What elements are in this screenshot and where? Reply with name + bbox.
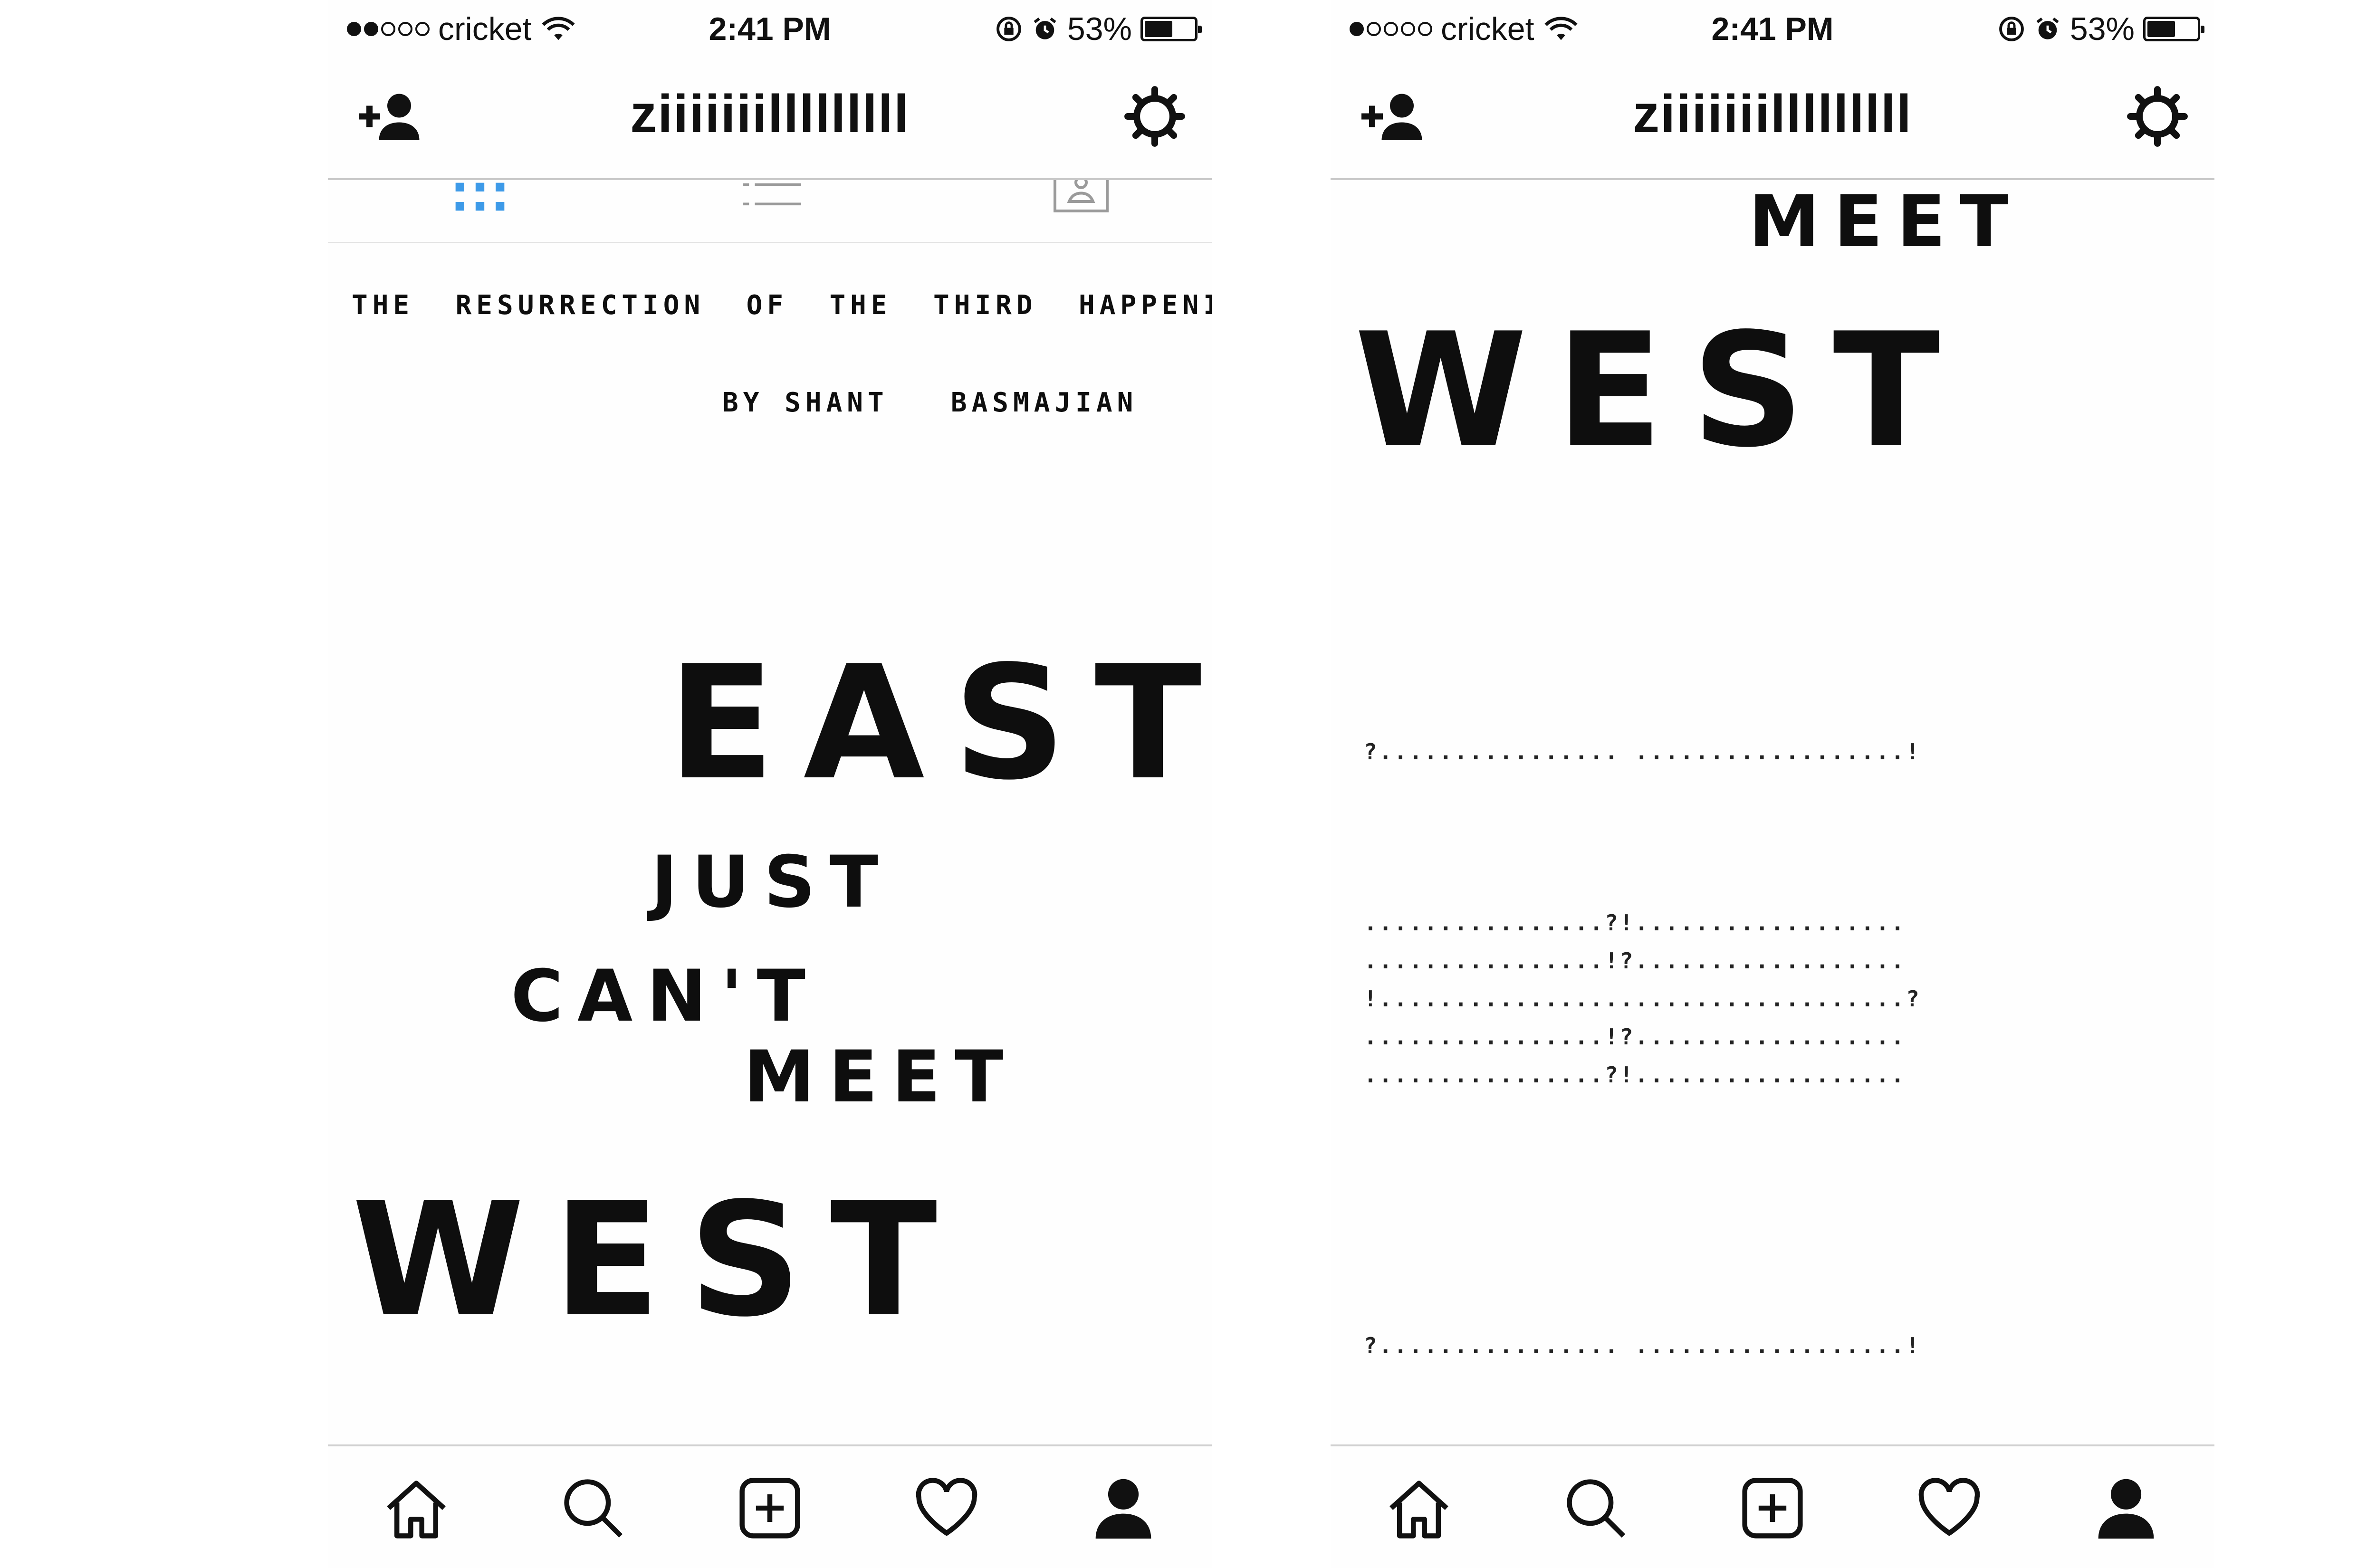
tab-add-post[interactable] bbox=[1734, 1470, 1811, 1546]
tab-home[interactable] bbox=[1381, 1470, 1457, 1546]
tab-profile[interactable] bbox=[1085, 1470, 1161, 1546]
orientation-lock-icon bbox=[1999, 17, 2024, 41]
phone-screen-left: cricket 2:41 PM 53% ziiiiiiilllllllll TH… bbox=[328, 0, 1212, 1568]
search-icon bbox=[1567, 1479, 1626, 1538]
status-bar: cricket 2:41 PM 53% bbox=[1331, 0, 2214, 57]
tab-search[interactable] bbox=[555, 1470, 631, 1546]
poem-word-just: JUST bbox=[651, 841, 892, 924]
list-view-icon[interactable] bbox=[741, 180, 803, 209]
phone-screen-right: cricket 2:41 PM 53% ziiiiiiilllllllll ME… bbox=[1331, 0, 2214, 1568]
heart-icon bbox=[916, 1478, 977, 1536]
profile-username[interactable]: ziiiiiiilllllllll bbox=[328, 83, 1212, 144]
tab-home[interactable] bbox=[378, 1470, 454, 1546]
poem-word-meet: MEET bbox=[1749, 181, 2023, 263]
profile-header: ziiiiiiilllllllll bbox=[328, 57, 1212, 180]
poem-dots-line: ................?!.................. bbox=[1364, 910, 1906, 936]
profile-icon bbox=[2098, 1479, 2154, 1539]
add-post-icon bbox=[1742, 1478, 1803, 1539]
profile-view-tabs bbox=[328, 180, 1212, 243]
home-icon bbox=[387, 1481, 446, 1539]
battery-icon bbox=[2143, 17, 2204, 41]
poem-dots-top: ?................ ..................! bbox=[1364, 739, 1921, 765]
bottom-tab-bar bbox=[328, 1444, 1212, 1568]
gear-icon[interactable] bbox=[1124, 86, 1186, 147]
tab-activity[interactable] bbox=[909, 1470, 985, 1546]
poem-word-cant: CAN'T bbox=[511, 955, 820, 1038]
poem-word-meet: MEET bbox=[744, 1036, 1018, 1119]
profile-header: ziiiiiiilllllllll bbox=[1331, 57, 2214, 180]
poem-dots-line: ................!?.................. bbox=[1364, 1024, 1906, 1050]
poem-title: THE RESURRECTION OF THE THIRD HAPPENING bbox=[352, 290, 1212, 321]
gear-icon[interactable] bbox=[2127, 86, 2188, 147]
poem-dots-line: !...................................? bbox=[1364, 986, 1921, 1012]
tab-activity[interactable] bbox=[1911, 1470, 1987, 1546]
poem-word-east: EAST bbox=[668, 632, 1212, 814]
profile-username[interactable]: ziiiiiiilllllllll bbox=[1331, 83, 2214, 144]
battery-icon bbox=[1140, 17, 1202, 41]
poem-dots-bottom: ?................ ..................! bbox=[1364, 1333, 1921, 1358]
status-bar: cricket 2:41 PM 53% bbox=[328, 0, 1212, 57]
search-icon bbox=[564, 1479, 623, 1538]
orientation-lock-icon bbox=[996, 17, 1021, 41]
profile-icon bbox=[1095, 1479, 1151, 1539]
poem-byline: BY SHANT BASMAJIAN bbox=[722, 387, 1138, 418]
tab-profile[interactable] bbox=[2088, 1470, 2164, 1546]
battery-percent: 53% bbox=[1067, 11, 1132, 47]
add-post-icon bbox=[739, 1478, 800, 1539]
tab-add-post[interactable] bbox=[732, 1470, 808, 1546]
alarm-icon bbox=[1034, 17, 1056, 39]
poem-word-west: WEST bbox=[352, 1169, 966, 1351]
poem-dots-line: ................!?.................. bbox=[1364, 948, 1906, 974]
home-icon bbox=[1389, 1481, 1448, 1539]
tab-search[interactable] bbox=[1558, 1470, 1634, 1546]
heart-icon bbox=[1918, 1478, 1980, 1536]
bottom-tab-bar bbox=[1331, 1444, 2214, 1568]
alarm-icon bbox=[2036, 17, 2059, 39]
poem-word-west: WEST bbox=[1354, 299, 1969, 482]
tagged-view-icon[interactable] bbox=[1053, 180, 1110, 213]
grid-view-icon[interactable] bbox=[454, 180, 506, 213]
poem-dots-line: ................?!.................. bbox=[1364, 1062, 1906, 1088]
battery-percent: 53% bbox=[2069, 11, 2135, 47]
